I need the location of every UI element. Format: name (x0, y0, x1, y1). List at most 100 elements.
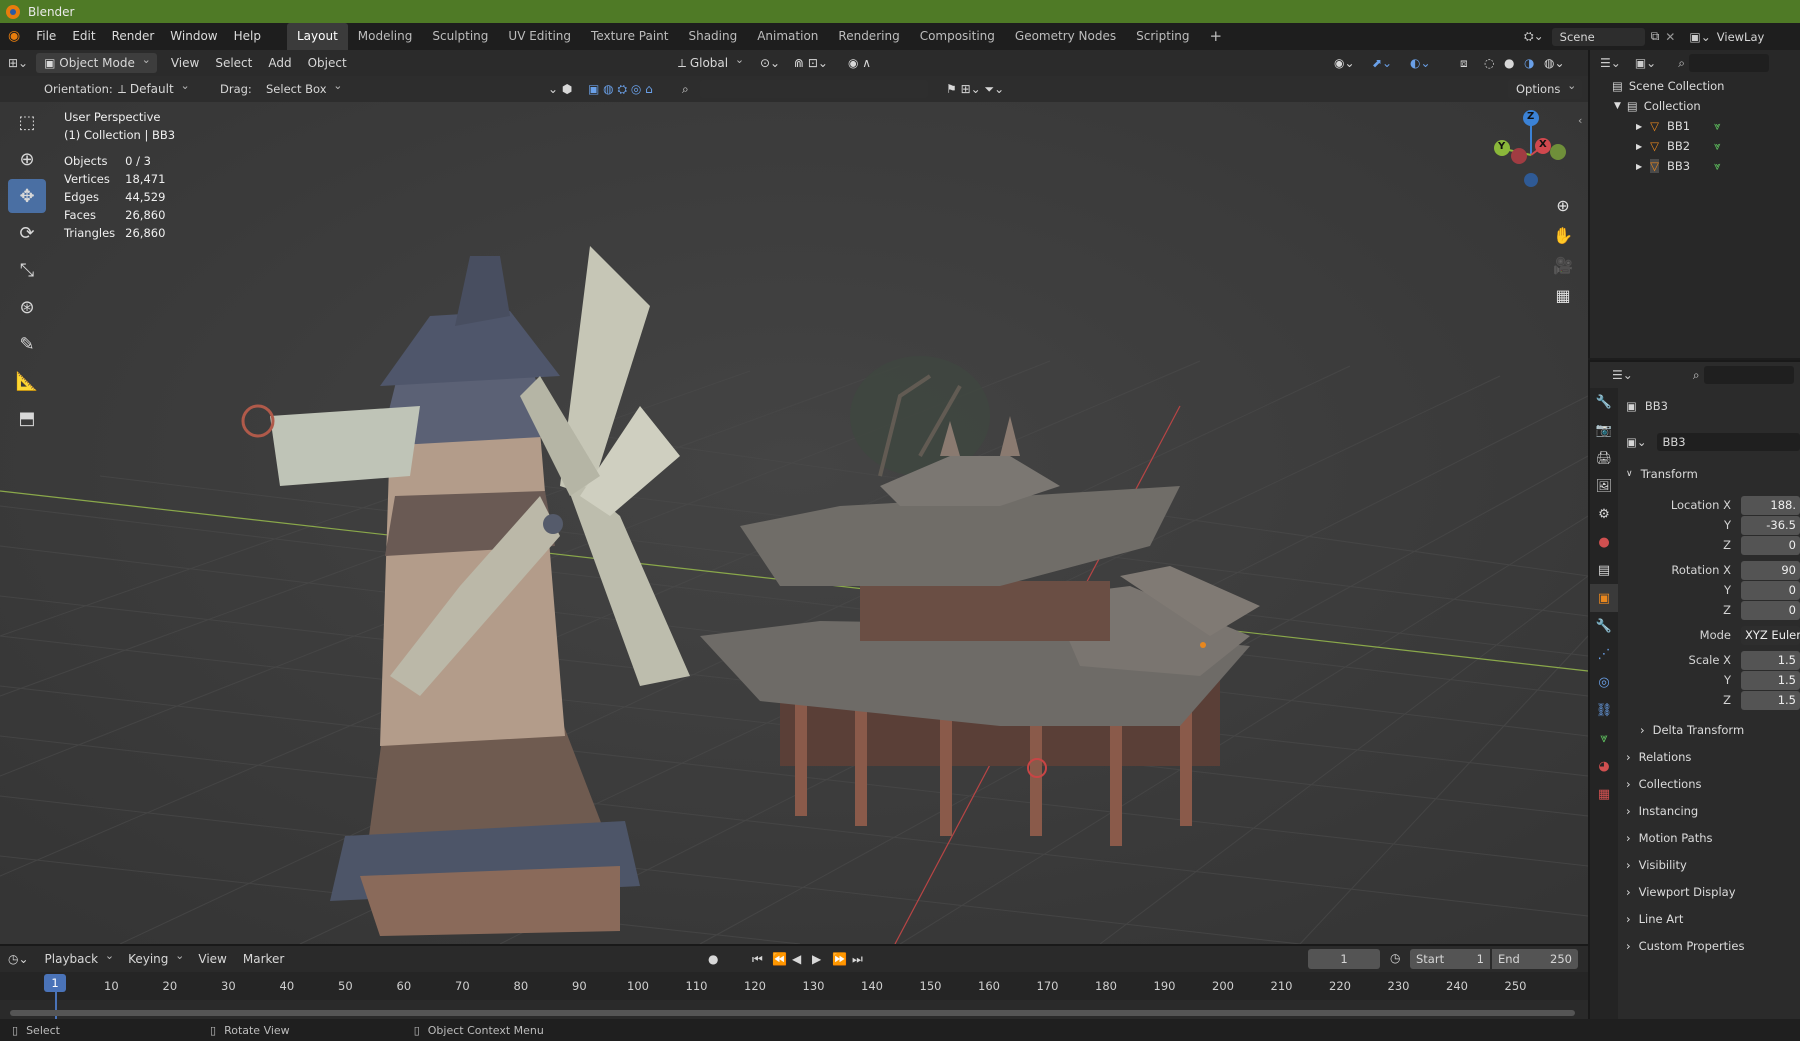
visibility-icon[interactable]: ◉⌄ (1326, 53, 1363, 73)
options-button[interactable]: Options (1508, 76, 1583, 99)
menu-render[interactable]: Render (104, 23, 163, 50)
transform-orientation-selector[interactable]: ⟂ Global (670, 50, 750, 73)
location-x-field[interactable]: 188. (1741, 496, 1800, 515)
zoom-icon[interactable]: ⊕ (1548, 190, 1578, 220)
viewport-search-icon[interactable]: ⌕ (674, 79, 697, 99)
object-name-field[interactable]: ▣⌄ BB3 (1626, 432, 1800, 452)
new-scene-icon[interactable]: ⧉ (1651, 29, 1660, 44)
timeline-editor-icon[interactable]: ◷⌄ (0, 949, 37, 969)
editor-type-icon[interactable]: ⊞⌄ (0, 53, 36, 73)
transform-tool-icon[interactable]: ⊛ (8, 290, 46, 324)
view-layer-tab-icon[interactable]: 🖼 (1590, 472, 1618, 500)
rotate-tool-icon[interactable]: ⟳ (8, 216, 46, 250)
selectability-icons[interactable]: ▣ ◍ ⛭ ◎ ⌂ (580, 79, 661, 99)
outliner-object-bb1[interactable]: ▶ ▽ BB1 ⩔ (1590, 116, 1800, 136)
texture-tab-icon[interactable]: ▦ (1590, 780, 1618, 808)
properties-editor-icon[interactable]: ☰⌄ (1612, 368, 1633, 382)
tab-rendering[interactable]: Rendering (828, 23, 909, 50)
measure-tool-icon[interactable]: 📐 (8, 364, 46, 398)
3d-viewport[interactable]: Z Y X (0, 76, 1588, 944)
tab-texture-paint[interactable]: Texture Paint (581, 23, 678, 50)
outliner-filter-icon[interactable]: ▣⌄ (1635, 56, 1656, 70)
object-field-value[interactable]: BB3 (1656, 433, 1800, 451)
timeline-view-menu[interactable]: View (190, 949, 234, 969)
blender-menu-icon[interactable]: ◉ (0, 23, 28, 50)
proportional-edit-icon[interactable]: ◉ ∧ (840, 53, 879, 73)
render-tab-icon[interactable]: 📷 (1590, 416, 1618, 444)
remove-scene-icon[interactable]: ✕ (1665, 30, 1675, 44)
collections-panel[interactable]: › Collections (1626, 773, 1800, 795)
orientation-selector[interactable]: ⟂ Default (110, 76, 196, 99)
tab-uv-editing[interactable]: UV Editing (498, 23, 581, 50)
expand-arrow-icon[interactable]: ▶ (1636, 162, 1642, 171)
tab-compositing[interactable]: Compositing (910, 23, 1005, 50)
location-z-field[interactable]: 0 (1741, 536, 1800, 555)
move-tool-icon[interactable]: ✥ (8, 179, 46, 213)
tab-shading[interactable]: Shading (678, 23, 747, 50)
tab-geometry-nodes[interactable]: Geometry Nodes (1005, 23, 1126, 50)
menu-file[interactable]: File (28, 23, 64, 50)
object-type-visibility-icon[interactable]: ⌄ ⬢ (540, 79, 580, 99)
xray-toggle-icon[interactable]: ⧈ (1452, 53, 1476, 73)
viewport-display-panel[interactable]: › Viewport Display (1626, 881, 1800, 903)
scale-tool-icon[interactable]: ⤡ (8, 253, 46, 287)
outliner-search-icon[interactable]: ⌕ (1678, 56, 1685, 71)
viewport-search-field[interactable] (700, 80, 928, 98)
viewlayer-icon[interactable]: ▣⌄ (1689, 30, 1710, 44)
tab-modeling[interactable]: Modeling (348, 23, 423, 50)
annotate-tool-icon[interactable]: ✎ (8, 327, 46, 361)
instancing-panel[interactable]: › Instancing (1626, 800, 1800, 822)
end-frame-field[interactable]: End 250 (1492, 949, 1578, 969)
rotation-mode-selector[interactable]: XYZ Euler (1741, 626, 1800, 645)
line-art-panel[interactable]: › Line Art (1626, 908, 1800, 930)
scale-z-field[interactable]: 1.5 (1741, 691, 1800, 710)
jump-end-icon[interactable]: ⏭ (844, 949, 871, 969)
menu-object[interactable]: Object (300, 53, 355, 73)
timeline-scrollbar[interactable] (10, 1010, 1575, 1016)
start-frame-field[interactable]: Start 1 (1410, 949, 1490, 969)
record-icon[interactable]: ● (700, 949, 726, 969)
playback-menu[interactable]: Playback (37, 946, 121, 969)
relations-panel[interactable]: › Relations (1626, 746, 1800, 768)
menu-select[interactable]: Select (207, 53, 260, 73)
ortho-grid-icon[interactable]: ▦ (1548, 280, 1578, 310)
scene-selector[interactable]: Scene (1551, 27, 1645, 46)
gizmo-toggle-icon[interactable]: ⬈⌄ (1364, 53, 1400, 73)
snap-icon[interactable]: ⋒ ⊡⌄ (786, 53, 836, 73)
rotation-z-field[interactable]: 0 (1741, 601, 1800, 620)
tab-scripting[interactable]: Scripting (1126, 23, 1199, 50)
sidebar-toggle-icon[interactable]: ‹ (1578, 114, 1582, 127)
viewlayer-selector[interactable]: ViewLay (1717, 30, 1765, 44)
outliner-object-bb3[interactable]: ▶ ▽ BB3 ⩔ (1590, 156, 1800, 176)
drag-selector[interactable]: Select Box (258, 76, 349, 99)
outliner-object-bb2[interactable]: ▶ ▽ BB2 ⩔ (1590, 136, 1800, 156)
expand-arrow-icon[interactable]: ▼ (1614, 101, 1621, 111)
keying-menu[interactable]: Keying (120, 946, 190, 969)
scale-y-field[interactable]: 1.5 (1741, 671, 1800, 690)
properties-search-icon[interactable]: ⌕ (1693, 368, 1700, 383)
tab-layout[interactable]: Layout (286, 23, 348, 50)
menu-help[interactable]: Help (226, 23, 269, 50)
pivot-icon[interactable]: ⊙⌄ (752, 53, 788, 73)
motion-paths-panel[interactable]: › Motion Paths (1626, 827, 1800, 849)
filter-icons[interactable]: ⚑ ⊞⌄ ⏷⌄ (938, 79, 1012, 99)
rotation-y-field[interactable]: 0 (1741, 581, 1800, 600)
stopwatch-icon[interactable]: ◷ (1390, 951, 1400, 965)
data-tab-icon[interactable]: ⩔ (1590, 724, 1618, 752)
scale-x-field[interactable]: 1.5 (1741, 651, 1800, 670)
expand-arrow-icon[interactable]: ▶ (1636, 142, 1642, 151)
visibility-panel[interactable]: › Visibility (1626, 854, 1800, 876)
location-y-field[interactable]: -36.5 (1741, 516, 1800, 535)
object-mode-selector[interactable]: ▣ Object Mode (36, 50, 157, 73)
properties-search-field[interactable] (1703, 366, 1794, 384)
add-cube-tool-icon[interactable]: ⬒ (8, 401, 46, 435)
output-tab-icon[interactable]: 🖨 (1590, 444, 1618, 472)
outliner-collection[interactable]: ▼ ▤ Collection (1590, 96, 1800, 116)
shading-rendered-icon[interactable]: ◍⌄ (1536, 53, 1573, 73)
tab-animation[interactable]: Animation (747, 23, 828, 50)
menu-window[interactable]: Window (162, 23, 225, 50)
timeline-editor[interactable]: ◷⌄ Playback Keying View Marker ● ⏮ ⏪ ◀ ▶… (0, 944, 1588, 1026)
cursor-tool-icon[interactable]: ⊕ (8, 142, 46, 176)
current-frame-field[interactable]: 1 (1308, 949, 1380, 969)
pan-hand-icon[interactable]: ✋ (1548, 220, 1578, 250)
